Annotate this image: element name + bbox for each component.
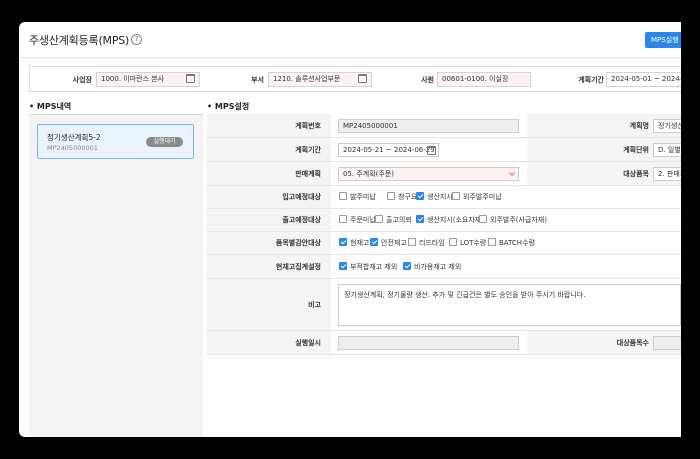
site-picker-icon[interactable] [186,74,195,83]
stock-label: 현재고집계설정 [207,255,331,278]
checkbox-deduct-0[interactable]: 현재고 [339,238,369,248]
row-plan-no: 계획번호 MP2405000001 계획명 정기생산계획5-2 [207,114,681,138]
plan-no-field: MP2405000001 [338,118,519,133]
dept-picker-icon[interactable] [358,74,367,83]
checkbox-deduct-3[interactable]: LOT수량 [449,238,486,248]
status-badge: 실행대기 [146,137,183,147]
mps-list-panel: 정기생산계획5-2 MP2405000001 실행대기 [29,114,203,437]
employee-label: 사원 [421,76,434,84]
checkbox-box[interactable] [375,215,383,223]
checkbox-box-checked[interactable] [370,238,378,246]
row-stock: 현재고집계설정 부적합재고 제외 비가용재고 제외 [207,255,681,279]
mps-list-heading: • MPS내역 [29,102,72,111]
checkbox-inbound-0[interactable]: 발주미납 [339,192,376,202]
title-bar: 주생산계획등록(MPS) ? MPS실행 [19,22,681,58]
checkbox-outbound-1[interactable]: 출고의뢰 [375,215,412,225]
checkbox-deduct-2[interactable]: 리드타임 [408,238,445,248]
checkbox-inbound-2[interactable]: 생산지시 [416,192,453,202]
checkbox-stock-0[interactable]: 부적합재고 제외 [339,261,397,272]
checkbox-box[interactable] [449,238,457,246]
checkbox-stock-1[interactable]: 비가용재고 제외 [403,261,461,272]
site-field[interactable]: 1000. 이마란스 본사 [96,72,200,87]
memo-label: 비고 [207,279,331,330]
checkbox-box-checked[interactable] [403,261,411,270]
checkbox-box[interactable] [387,192,395,200]
checkbox-box[interactable] [479,215,487,223]
checkbox-box-checked[interactable] [339,238,347,246]
app-window: 주생산계획등록(MPS) ? MPS실행 사업장 1000. 이마란스 본사 부… [19,22,681,437]
plan-code: MP2405000001 [47,144,98,152]
target-item-field[interactable]: 2. 판매계획 [653,166,681,181]
calendar-icon[interactable] [427,146,436,155]
mps-run-button[interactable]: MPS실행 [645,32,681,48]
row-sales: 판매계획 05. 주계획(주문) 대상품목 2. 판매계획 [207,162,681,186]
plan-name-field[interactable]: 정기생산계획5-2 [653,118,681,133]
employee-field[interactable]: 00601-0100. 이실장 [437,72,531,87]
checkbox-box[interactable] [339,192,347,200]
dept-label: 부서 [251,76,264,84]
site-label: 사업장 [72,76,92,84]
checkbox-box[interactable] [408,238,416,246]
mps-settings-panel: 계획번호 MP2405000001 계획명 정기생산계획5-2 계획기간 202… [207,114,681,437]
checkbox-box[interactable] [339,215,347,223]
inbound-label: 입고예정대상 [207,186,331,208]
sales-plan-select[interactable]: 05. 주계획(주문) [338,166,519,181]
checkbox-box-checked[interactable] [339,261,347,270]
checkbox-inbound-3[interactable]: 외주발주미납 [452,192,502,202]
run-date-field [338,335,519,350]
checkbox-box-checked[interactable] [416,192,424,200]
sales-label: 판매계획 [207,162,331,185]
deduct-label: 품목별감안대상 [207,232,331,254]
period-field[interactable]: 2024-05-21 ~ 2024-06-29 [338,142,439,157]
plan-name: 정기생산계획5-2 [47,133,101,142]
checkbox-box[interactable] [488,238,496,246]
period-label: 계획기간 [578,76,604,84]
checkbox-deduct-4[interactable]: BATCH수량 [488,238,535,248]
plan-no-label: 계획번호 [207,114,331,137]
checkbox-box[interactable] [452,192,460,200]
checkbox-outbound-3[interactable]: 외주발주(사급자재) [479,215,547,225]
help-icon[interactable]: ? [131,34,142,45]
row-period: 계획기간 2024-05-21 ~ 2024-06-29 계획단위 D. 일별 [207,138,681,162]
period-field[interactable]: 2024-05-01 ~ 2024-05-31 [606,72,681,87]
sales-plan-value: 05. 주계획(주문) [343,169,395,178]
mps-settings-heading-text: MPS설정 [214,102,250,111]
row-run-date: 실행일시 대상품목수 [207,331,681,355]
row-memo: 비고 정기생산계획, 정기물량 생산. 추가 및 긴급건은 별도 승인을 받아 … [207,279,681,331]
checkbox-box-checked[interactable] [416,215,424,223]
page-title: 주생산계획등록(MPS) [29,34,130,47]
mps-settings-heading: • MPS설정 [207,102,250,111]
outbound-label: 출고예정대상 [207,209,331,231]
row-inbound: 입고예정대상 발주미납 청구요청 생산지시 외주발주미납 [207,186,681,209]
target-count-field [653,335,681,350]
memo-textarea[interactable]: 정기생산계획, 정기물량 생산. 추가 및 긴급건은 별도 승인을 받아 주시기… [338,284,681,326]
checkbox-outbound-0[interactable]: 주문미납 [339,215,376,225]
mps-list-heading-text: MPS내역 [36,102,72,111]
row-deduct: 품목별감안대상 현재고 안전재고 리드타임 LOT수량 BATCH수량 [207,232,681,255]
dept-field[interactable]: 1210. 솔루션사업부문 [268,72,372,87]
row-outbound: 출고예정대상 주문미납 출고의뢰 생산지시(소요자재) 외주발주(사급자재) [207,209,681,232]
run-date-label: 실행일시 [207,331,331,354]
period-label: 계획기간 [207,138,331,161]
filter-bar: 사업장 1000. 이마란스 본사 부서 1210. 솔루션사업부문 사원 00… [29,66,681,92]
checkbox-outbound-2[interactable]: 생산지시(소요자재) [416,215,484,225]
checkbox-deduct-1[interactable]: 안전재고 [370,238,407,248]
plan-card[interactable]: 정기생산계획5-2 MP2405000001 실행대기 [37,124,194,159]
chevron-down-icon [509,169,515,176]
unit-field[interactable]: D. 일별 [653,142,681,157]
